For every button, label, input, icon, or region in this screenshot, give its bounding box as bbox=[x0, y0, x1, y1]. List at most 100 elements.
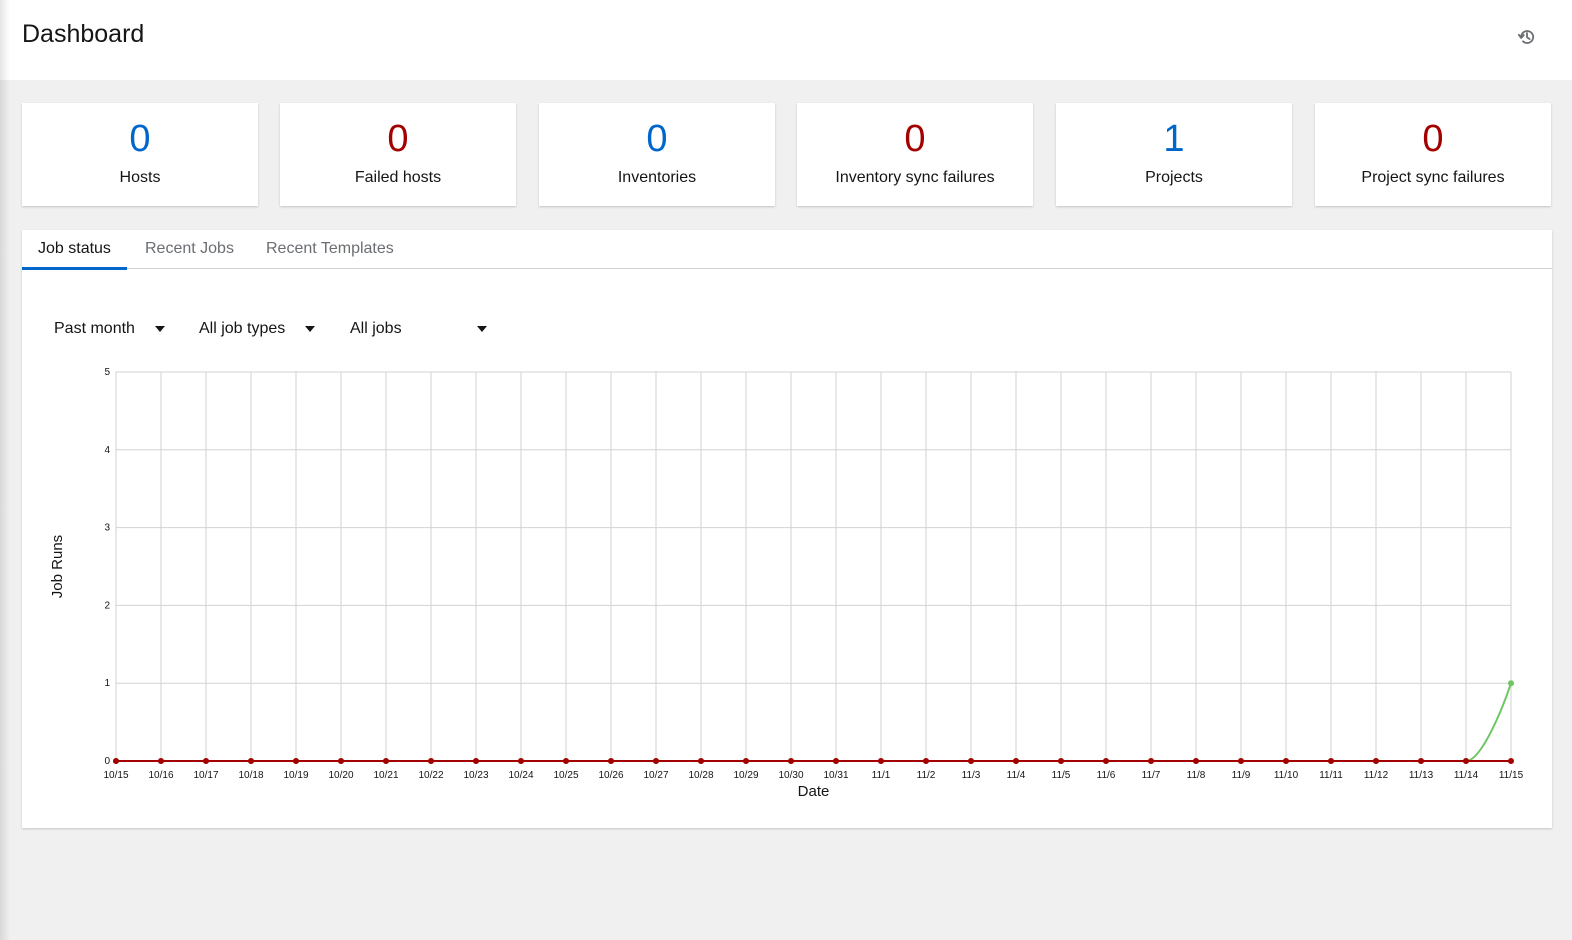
data-point bbox=[248, 758, 254, 764]
tab-recent-templates[interactable]: Recent Templates bbox=[250, 230, 410, 269]
tab-job-status[interactable]: Job status bbox=[22, 230, 127, 270]
failed-hosts-count-card[interactable]: 0 Failed hosts bbox=[280, 103, 516, 206]
data-point bbox=[1463, 758, 1469, 764]
x-tick-label: 10/18 bbox=[238, 770, 263, 781]
data-point bbox=[293, 758, 299, 764]
data-point bbox=[1328, 758, 1334, 764]
data-point bbox=[203, 758, 209, 764]
inventory-sync-failures-count: 0 bbox=[904, 118, 926, 160]
x-tick-label: 11/7 bbox=[1142, 770, 1161, 781]
history-icon bbox=[1518, 30, 1535, 44]
caret-down-icon bbox=[155, 326, 165, 332]
failed-hosts-label: Failed hosts bbox=[354, 169, 442, 186]
period-select-value: Past month bbox=[54, 320, 135, 337]
data-point bbox=[1148, 758, 1154, 764]
inventory-sync-failures-count-card[interactable]: 0 Inventory sync failures bbox=[797, 103, 1033, 206]
x-tick-label: 10/22 bbox=[418, 770, 443, 781]
data-point bbox=[698, 758, 704, 764]
x-tick-label: 11/1 bbox=[872, 770, 891, 781]
project-sync-failures-count-card[interactable]: 0 Project sync failures bbox=[1315, 103, 1551, 206]
data-point bbox=[1193, 758, 1199, 764]
x-tick-label: 11/14 bbox=[1454, 770, 1479, 781]
data-point bbox=[608, 758, 614, 764]
job-type-select-value: All job types bbox=[199, 320, 286, 337]
dashboard-tabs: Job status Recent Jobs Recent Templates bbox=[22, 230, 1552, 270]
data-point bbox=[1058, 758, 1064, 764]
job-status-select[interactable]: All jobs bbox=[350, 316, 490, 342]
sidebar-shadow bbox=[0, 0, 10, 940]
inventory-sync-failures-label: Inventory sync failures bbox=[835, 169, 995, 186]
hosts-count: 0 bbox=[129, 118, 151, 160]
period-select[interactable]: Past month bbox=[54, 316, 166, 342]
x-tick-label: 10/28 bbox=[688, 770, 713, 781]
tab-recent-jobs[interactable]: Recent Jobs bbox=[129, 230, 250, 269]
data-point bbox=[1013, 758, 1019, 764]
projects-count-card[interactable]: 1 Projects bbox=[1056, 103, 1292, 206]
inventories-count: 0 bbox=[646, 118, 668, 160]
hosts-count-card[interactable]: 0 Hosts bbox=[22, 103, 258, 206]
data-point bbox=[113, 758, 119, 764]
job-type-select[interactable]: All job types bbox=[199, 316, 319, 342]
x-tick-label: 11/12 bbox=[1364, 770, 1389, 781]
data-point bbox=[1508, 758, 1514, 764]
x-tick-label: 11/9 bbox=[1232, 770, 1251, 781]
job-status-panel: Job status Recent Jobs Recent Templates … bbox=[22, 230, 1552, 828]
caret-down-icon bbox=[477, 326, 487, 332]
y-tick-label: 3 bbox=[104, 523, 110, 534]
caret-down-icon bbox=[305, 326, 315, 332]
data-point bbox=[1283, 758, 1289, 764]
x-tick-label: 11/15 bbox=[1499, 770, 1524, 781]
project-sync-failures-count: 0 bbox=[1422, 118, 1444, 160]
data-point bbox=[338, 758, 344, 764]
x-tick-label: 11/8 bbox=[1187, 770, 1206, 781]
projects-label: Projects bbox=[1145, 169, 1203, 186]
x-tick-label: 11/5 bbox=[1052, 770, 1071, 781]
data-point bbox=[383, 758, 389, 764]
page-header: Dashboard bbox=[0, 0, 1572, 80]
data-point bbox=[1508, 680, 1514, 687]
y-tick-label: 1 bbox=[104, 678, 110, 689]
data-point bbox=[158, 758, 164, 764]
data-point bbox=[743, 758, 749, 764]
count-cards: 0 Hosts 0 Failed hosts 0 Inventories 0 I… bbox=[22, 103, 1552, 206]
inventories-count-card[interactable]: 0 Inventories bbox=[539, 103, 775, 206]
data-point bbox=[473, 758, 479, 764]
data-point bbox=[1373, 758, 1379, 764]
failed-hosts-count: 0 bbox=[387, 118, 409, 160]
x-tick-label: 11/4 bbox=[1007, 770, 1026, 781]
y-tick-label: 5 bbox=[104, 367, 110, 378]
data-point bbox=[788, 758, 794, 764]
data-point bbox=[563, 758, 569, 764]
x-tick-label: 11/13 bbox=[1409, 770, 1434, 781]
projects-count: 1 bbox=[1163, 118, 1185, 160]
x-tick-label: 10/15 bbox=[103, 770, 128, 781]
x-tick-label: 10/26 bbox=[598, 770, 623, 781]
x-tick-label: 10/30 bbox=[778, 770, 803, 781]
data-point bbox=[653, 758, 659, 764]
x-tick-label: 10/23 bbox=[463, 770, 488, 781]
y-axis-label: Job Runs bbox=[49, 535, 66, 598]
project-sync-failures-label: Project sync failures bbox=[1361, 169, 1505, 186]
y-tick-label: 0 bbox=[104, 756, 110, 767]
data-point bbox=[968, 758, 974, 764]
data-point bbox=[1418, 758, 1424, 764]
y-tick-label: 4 bbox=[104, 445, 110, 456]
x-tick-label: 10/29 bbox=[733, 770, 758, 781]
x-tick-label: 11/6 bbox=[1097, 770, 1116, 781]
data-point bbox=[1103, 758, 1109, 764]
history-button[interactable] bbox=[1512, 22, 1542, 52]
x-tick-label: 10/27 bbox=[643, 770, 668, 781]
x-tick-label: 10/21 bbox=[373, 770, 398, 781]
data-point bbox=[518, 758, 524, 764]
x-tick-label: 11/11 bbox=[1319, 770, 1343, 781]
x-tick-label: 11/2 bbox=[917, 770, 936, 781]
x-tick-label: 10/17 bbox=[193, 770, 218, 781]
data-point bbox=[878, 758, 884, 764]
x-tick-label: 10/31 bbox=[823, 770, 848, 781]
data-point bbox=[1238, 758, 1244, 764]
data-point bbox=[833, 758, 839, 764]
y-tick-label: 2 bbox=[104, 600, 110, 611]
job-status-chart: 0 1 2 3 4 5 10/15 10/16 10/17 10/18 10/19 10/20 10/2… bbox=[49, 367, 1524, 800]
x-tick-label: 10/19 bbox=[283, 770, 308, 781]
hosts-label: Hosts bbox=[119, 169, 161, 186]
